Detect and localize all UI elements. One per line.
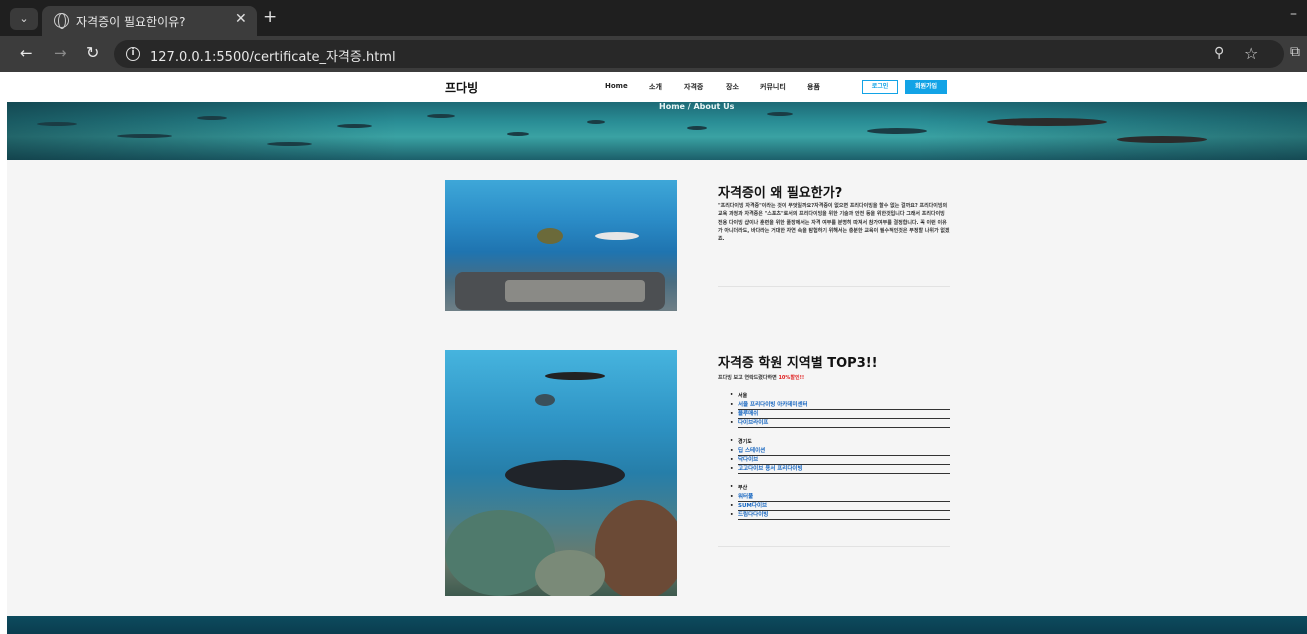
site-logo[interactable]: 프다빙 — [445, 79, 478, 96]
academy-link[interactable]: 딥 스테이션 — [730, 447, 950, 456]
tab-search-chevron-icon[interactable]: ⌄ — [10, 8, 38, 30]
academy-link[interactable]: 워터풀 — [730, 493, 950, 502]
bookmark-star-icon[interactable]: ☆ — [1244, 44, 1258, 63]
discount-highlight: 10%할인!! — [778, 375, 805, 381]
close-icon[interactable]: ✕ — [235, 11, 247, 27]
address-bar[interactable]: i 127.0.0.1:5500/certificate_자격증.html ⚲ … — [114, 40, 1284, 68]
back-arrow-icon[interactable]: ← — [20, 44, 33, 62]
region-busan: 부산 — [730, 484, 747, 491]
nav-home[interactable]: Home — [605, 82, 628, 90]
info-icon[interactable]: i — [126, 47, 140, 61]
new-tab-plus-icon[interactable]: + — [263, 7, 277, 27]
section1-divider — [718, 286, 950, 287]
minimize-icon[interactable]: – — [1290, 6, 1297, 22]
freediver-reef-image — [445, 350, 677, 596]
academy-link[interactable]: 닥다이브 — [730, 456, 950, 465]
region-gyeonggi: 경기도 — [730, 438, 752, 445]
section1-paragraph: "프리다이빙 자격증"이라는 것이 무엇일까요?자격증이 없으면 프리다이빙을 … — [718, 203, 950, 243]
breadcrumb: Home / About Us — [659, 102, 735, 111]
academy-link[interactable]: SUM다이브 — [730, 502, 950, 511]
region-seoul: 서울 — [730, 392, 747, 399]
nav-certificate[interactable]: 자격증 — [684, 82, 703, 92]
extensions-icon[interactable]: ⧉ — [1290, 44, 1300, 60]
browser-tabstrip: ⌄ 자격증이 필요한이유? ✕ + – — [0, 0, 1307, 36]
nav-community[interactable]: 커뮤니티 — [760, 82, 786, 92]
hero-banner: Home / About Us — [7, 102, 1307, 160]
browser-toolbar: ← → ↻ i 127.0.0.1:5500/certificate_자격증.h… — [0, 36, 1307, 72]
footer-banner — [7, 616, 1307, 634]
academy-link[interactable]: 고고다이브 용서 프리다이빙 — [730, 465, 950, 474]
browser-tab-active[interactable]: 자격증이 필요한이유? ✕ — [42, 6, 257, 36]
section2-divider — [718, 546, 950, 547]
nav-about[interactable]: 소개 — [649, 82, 662, 92]
academy-link[interactable]: 블루매쉬 — [730, 410, 950, 419]
signup-button[interactable]: 회원가입 — [905, 80, 947, 94]
section2-subtitle: 프다빙 보고 연락드렸다하면 10%할인!! — [718, 375, 805, 381]
tab-title: 자격증이 필요한이유? — [76, 15, 186, 29]
reload-icon[interactable]: ↻ — [86, 43, 99, 62]
login-button[interactable]: 로그인 — [862, 80, 898, 94]
academy-link[interactable]: 드림다다이빙 — [730, 511, 950, 520]
section2-title: 자격증 학원 지역별 TOP3!! — [718, 356, 878, 371]
url-text[interactable]: 127.0.0.1:5500/certificate_자격증.html — [150, 46, 396, 65]
section1-title: 자격증이 왜 필요한가? — [718, 186, 843, 201]
site-header: 프다빙 Home 소개 자격증 장소 커뮤니티 용품 로그인 회원가입 — [7, 72, 1307, 102]
sea-turtle-diver-image — [445, 180, 677, 311]
academy-link[interactable]: 서울 프리다이빙 아카데미센터 — [730, 401, 950, 410]
globe-icon — [54, 13, 69, 29]
web-page: 프다빙 Home 소개 자격증 장소 커뮤니티 용품 로그인 회원가입 Home… — [7, 72, 1307, 634]
nav-gear[interactable]: 용품 — [807, 82, 820, 92]
nav-places[interactable]: 장소 — [726, 82, 739, 92]
zoom-icon[interactable]: ⚲ — [1214, 45, 1224, 61]
academy-link[interactable]: 다이브라이프 — [730, 419, 950, 428]
forward-arrow-icon[interactable]: → — [54, 44, 67, 62]
